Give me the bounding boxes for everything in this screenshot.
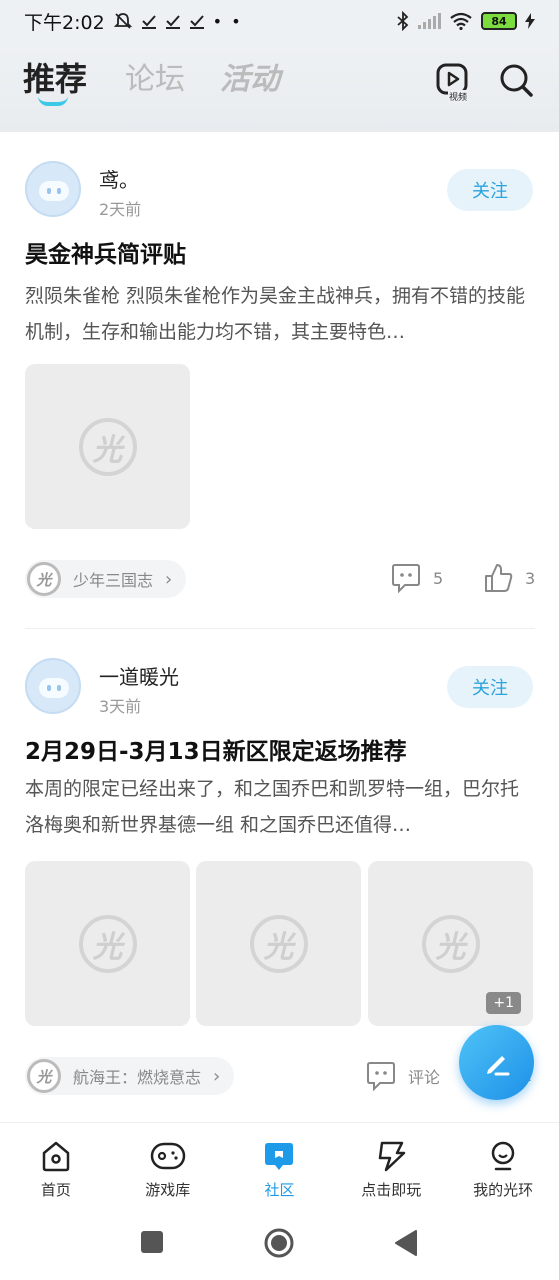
post-image[interactable]: 光	[196, 861, 361, 1026]
home-icon	[42, 1141, 70, 1172]
profile-icon	[491, 1141, 515, 1171]
wifi-icon	[450, 12, 472, 30]
tab-forum[interactable]: 论坛	[125, 54, 185, 98]
comment-icon	[367, 1062, 395, 1092]
back-triangle-icon	[395, 1230, 417, 1256]
comment-button[interactable]: 评论	[366, 1060, 440, 1092]
instant-play-icon	[379, 1141, 406, 1172]
nav-item-instant-play[interactable]: 点击即玩	[335, 1123, 447, 1212]
mute-bell-icon	[113, 13, 132, 29]
system-nav-bar	[0, 1212, 559, 1280]
avatar[interactable]	[25, 161, 81, 217]
post-excerpt[interactable]: 烈陨朱雀枪 烈陨朱雀枪作为昊金主战神兵，拥有不错的技能机制，生存和输出能力均不错…	[25, 278, 535, 350]
chevron-right-icon: ›	[165, 568, 173, 590]
post-time: 2天前	[99, 200, 142, 219]
square-icon	[141, 1231, 163, 1253]
more-images-badge: +1	[486, 992, 521, 1014]
nav-item-community[interactable]: 社区	[224, 1123, 336, 1212]
placeholder-logo-icon: 光	[78, 417, 137, 476]
post-card[interactable]: 鸢。 2天前 关注 昊金神兵简评贴 烈陨朱雀枪 烈陨朱雀枪作为昊金主战神兵，拥有…	[0, 132, 559, 632]
comment-count: 5	[433, 568, 444, 588]
comment-button[interactable]: 5	[391, 562, 443, 594]
nav-item-profile[interactable]: 我的光环	[447, 1123, 559, 1212]
status-time: 下午2:02	[24, 11, 105, 34]
post-title[interactable]: 2月29日-3月13日新区限定返场推荐	[25, 732, 407, 766]
nav-label: 点击即玩	[361, 1181, 422, 1199]
bottom-nav: 首页 游戏库 社区 点击即玩 我的光环	[0, 1122, 559, 1212]
game-tag-label: 航海王：燃烧意志	[73, 1068, 202, 1087]
compose-post-button[interactable]	[459, 1025, 534, 1100]
back-button[interactable]	[394, 1229, 418, 1261]
video-label: 视频	[448, 90, 469, 103]
chevron-right-icon: ›	[213, 1065, 221, 1087]
community-icon	[265, 1143, 294, 1170]
post-title[interactable]: 昊金神兵简评贴	[25, 235, 186, 269]
search-icon	[500, 64, 533, 97]
battery-icon: 84	[481, 12, 517, 30]
username[interactable]: 鸢。	[99, 164, 139, 193]
nav-label: 我的光环	[473, 1181, 534, 1199]
post-image[interactable]: 光 +1	[368, 861, 533, 1026]
home-system-button[interactable]	[263, 1227, 295, 1263]
like-button[interactable]: 3	[483, 562, 535, 594]
game-tag[interactable]: 光 少年三国志 ›	[25, 560, 187, 598]
tab-events[interactable]: 活动	[220, 54, 280, 98]
comment-count: 评论	[408, 1068, 441, 1087]
game-logo-icon: 光	[27, 1059, 61, 1093]
top-header: 推荐 论坛 活动 视频	[0, 42, 559, 132]
check-download-icon	[141, 15, 156, 29]
nav-item-game-library[interactable]: 游戏库	[112, 1123, 224, 1212]
circle-home-icon	[264, 1228, 294, 1258]
recents-button[interactable]	[140, 1230, 164, 1258]
nav-label: 游戏库	[145, 1181, 191, 1199]
game-logo-icon: 光	[27, 562, 61, 596]
game-tag-label: 少年三国志	[73, 571, 154, 590]
charging-icon	[525, 13, 535, 29]
video-button[interactable]: 视频	[433, 60, 473, 103]
placeholder-logo-icon: 光	[421, 914, 480, 973]
active-tab-indicator	[38, 96, 68, 106]
bluetooth-icon	[397, 11, 409, 31]
nav-label: 首页	[40, 1181, 71, 1199]
placeholder-logo-icon: 光	[78, 914, 137, 973]
check-download-icon	[189, 15, 204, 29]
status-bar: 下午2:02 • • 84	[0, 0, 559, 42]
nav-item-home[interactable]: 首页	[0, 1123, 112, 1212]
thumbs-up-icon	[485, 564, 513, 592]
check-download-icon	[165, 15, 180, 29]
nav-label: 社区	[264, 1181, 295, 1199]
pen-icon	[486, 1055, 509, 1075]
post-time: 3天前	[99, 697, 142, 716]
search-button[interactable]	[496, 60, 536, 100]
tab-recommended[interactable]: 推荐	[23, 54, 87, 100]
more-dots-icon: • •	[212, 11, 243, 31]
signal-icon	[418, 13, 441, 29]
game-tag[interactable]: 光 航海王：燃烧意志 ›	[25, 1057, 235, 1095]
avatar[interactable]	[25, 658, 81, 714]
post-excerpt[interactable]: 本周的限定已经出来了，和之国乔巴和凯罗特一组，巴尔托洛梅奥和新世界基德一组 和之…	[25, 771, 535, 843]
post-image[interactable]: 光	[25, 861, 190, 1026]
username[interactable]: 一道暖光	[99, 661, 179, 690]
follow-button[interactable]: 关注	[447, 169, 533, 211]
like-count: 3	[525, 568, 536, 588]
follow-button[interactable]: 关注	[447, 666, 533, 708]
game-library-icon	[150, 1142, 185, 1170]
placeholder-logo-icon: 光	[249, 914, 308, 973]
post-image[interactable]: 光	[25, 364, 190, 529]
comment-icon	[392, 564, 420, 594]
